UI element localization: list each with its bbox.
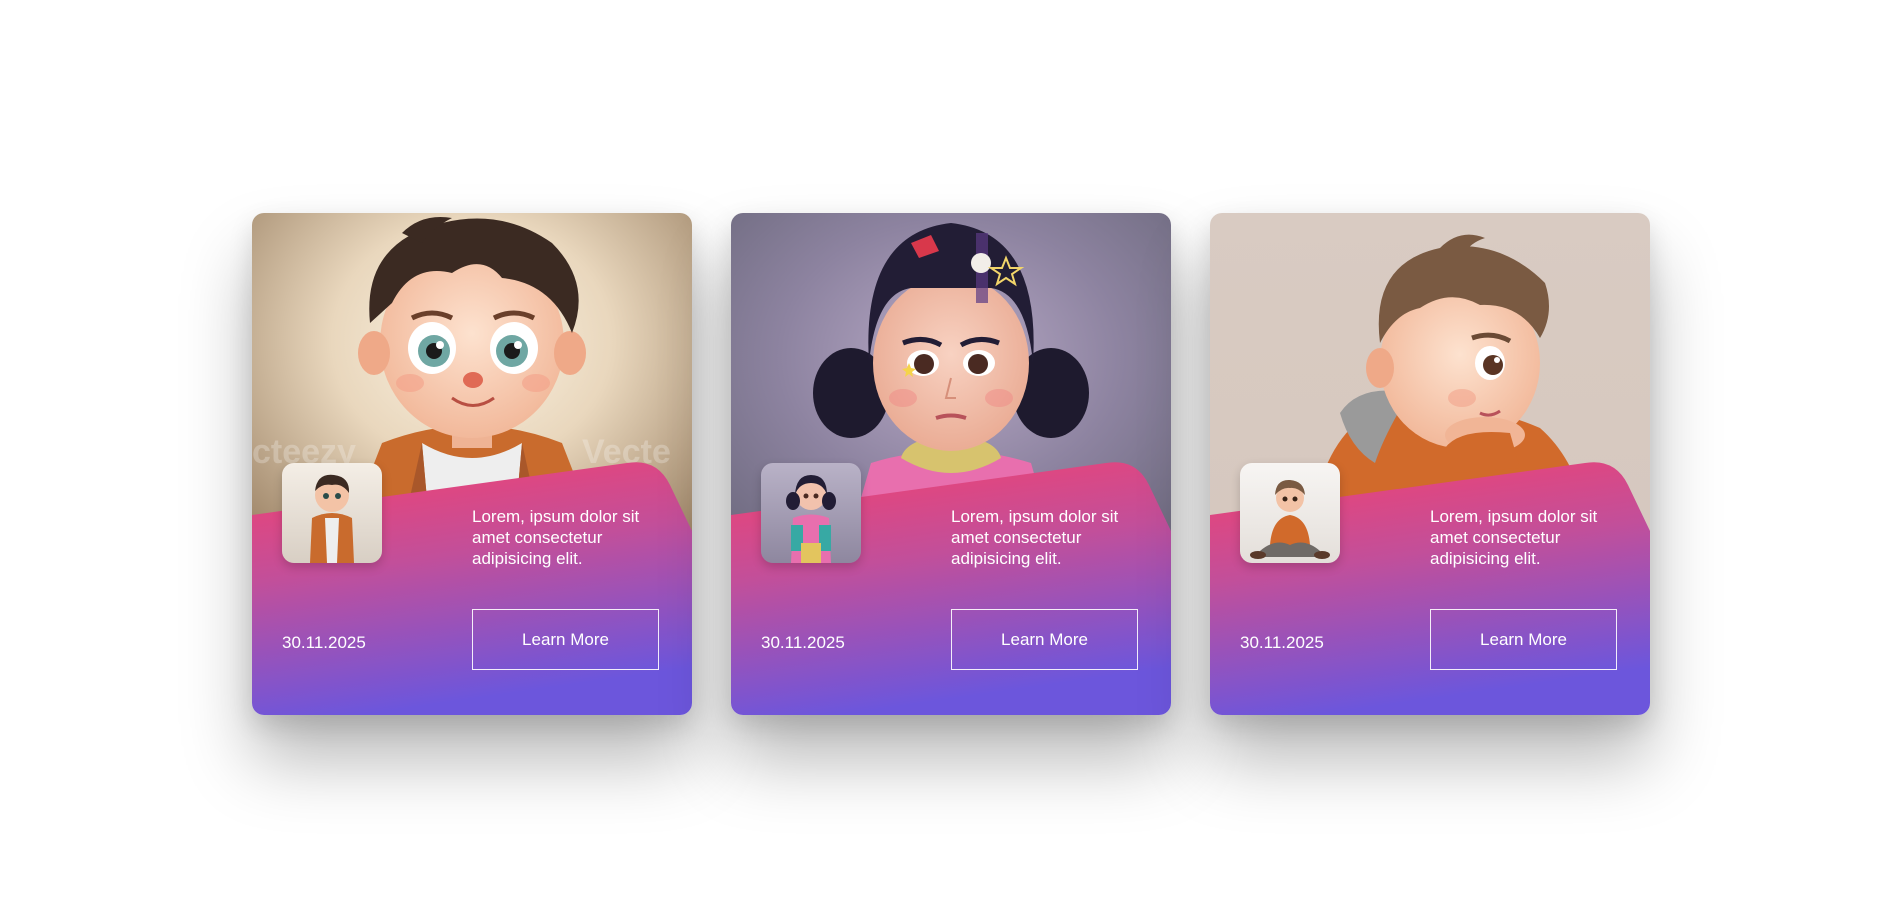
boy-thumbnail-icon bbox=[310, 474, 354, 563]
card-2-learn-more-button[interactable]: Learn More bbox=[951, 609, 1138, 670]
card-3: Lorem, ipsum dolor sit amet consectetur … bbox=[1210, 213, 1650, 715]
card-3-date: 30.11.2025 bbox=[1240, 633, 1324, 652]
card-3-thumbnail bbox=[1240, 463, 1340, 563]
card-1-learn-more-button[interactable]: Learn More bbox=[472, 609, 659, 670]
card-2-date: 30.11.2025 bbox=[761, 633, 845, 652]
card-3-learn-more-button[interactable]: Learn More bbox=[1430, 609, 1617, 670]
card-1: cteezy Vecte Lorem, ipsum dolor sit amet… bbox=[252, 213, 692, 715]
cards-stage: cteezy Vecte Lorem, ipsum dolor sit amet… bbox=[0, 0, 1895, 924]
girl-thumbnail-icon bbox=[786, 475, 836, 563]
card-2: Lorem, ipsum dolor sit amet consectetur … bbox=[731, 213, 1171, 715]
card-3-description: Lorem, ipsum dolor sit amet consectetur … bbox=[1430, 507, 1598, 568]
card-1-description: Lorem, ipsum dolor sit amet consectetur … bbox=[472, 507, 640, 568]
card-1-date: 30.11.2025 bbox=[282, 633, 366, 652]
card-1-thumbnail bbox=[282, 463, 382, 563]
card-2-description: Lorem, ipsum dolor sit amet consectetur … bbox=[951, 507, 1119, 568]
sitting-boy-thumbnail-icon bbox=[1250, 479, 1330, 559]
card-2-thumbnail bbox=[761, 463, 861, 563]
